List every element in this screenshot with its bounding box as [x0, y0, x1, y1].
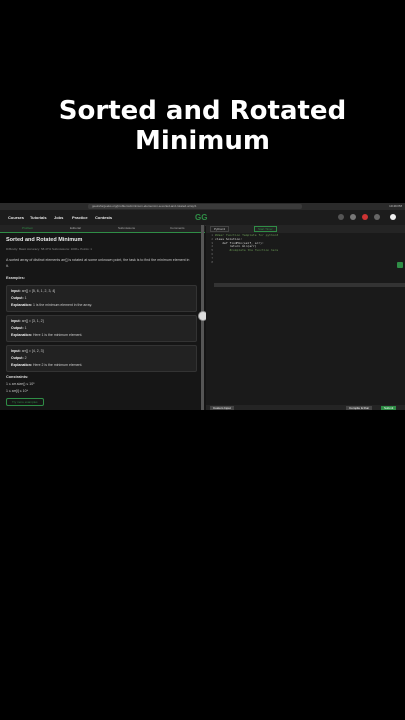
explanation-label: Explanation:	[11, 303, 33, 307]
tab-problem[interactable]: Problem	[22, 226, 33, 230]
chat-icon[interactable]	[397, 262, 403, 268]
tab-editorial[interactable]: Editorial	[70, 226, 81, 230]
editor-footer: Custom Input Compile & Run Submit	[206, 405, 405, 410]
example-box: Input: arr[] = [3, 1, 2] Output: 1 Expla…	[6, 315, 197, 342]
problem-panel: Sorted and Rotated Minimum Difficulty: B…	[0, 233, 200, 410]
clock: 10:49 PM	[389, 204, 402, 208]
problem-tabs: Problem Editorial Submissions Comments	[0, 225, 205, 233]
input-label: Input:	[11, 319, 21, 323]
active-line-highlight	[214, 283, 405, 287]
nav-practice[interactable]: Practice	[72, 215, 88, 220]
example-box: Input: arr[] = [5, 6, 1, 2, 3, 4] Output…	[6, 285, 197, 312]
custom-input-button[interactable]: Custom Input	[210, 406, 234, 410]
problem-description: A sorted array of distinct elements arr[…	[6, 258, 190, 268]
search-icon[interactable]	[338, 214, 344, 220]
example-explanation: 1 is the minimum element in the array.	[33, 303, 93, 307]
submit-button[interactable]: Submit	[381, 406, 397, 410]
constraint-line: 1 ≤ arr.size() ≤ 10⁵	[6, 382, 35, 386]
compile-run-button[interactable]: Compile & Run	[346, 406, 373, 410]
example-output: 1	[24, 296, 27, 300]
tab-comments[interactable]: Comments	[170, 226, 185, 230]
line-number: 8	[211, 259, 213, 264]
output-label: Output:	[11, 326, 24, 330]
constraints-heading: Constraints:	[6, 375, 29, 379]
bookmark-icon[interactable]	[374, 214, 380, 220]
notification-icon[interactable]	[362, 214, 368, 220]
editor-toolbar: Python3 Start Timer	[206, 225, 405, 233]
url-field[interactable]: geeksforgeeks.org/problems/minimum-eleme…	[88, 204, 302, 209]
tab-submissions[interactable]: Submissions	[118, 226, 135, 230]
site-navbar: Courses Tutorials Jobs Practice Contests…	[0, 210, 405, 226]
nav-contests[interactable]: Contests	[95, 215, 112, 220]
code-editor-panel: Python3 Start Timer 1 2 3 4 5 6 7 8 #Use…	[206, 225, 405, 410]
example-input: arr[] = [3, 1, 2]	[21, 319, 44, 323]
nav-tutorials[interactable]: Tutorials	[30, 215, 47, 220]
output-label: Output:	[11, 356, 24, 360]
browser-bar: geeksforgeeks.org/problems/minimum-eleme…	[0, 203, 405, 210]
gfg-logo[interactable]: GG	[195, 213, 207, 222]
input-label: Input:	[11, 289, 21, 293]
avatar[interactable]	[390, 214, 396, 220]
explanation-label: Explanation:	[11, 363, 33, 367]
language-select[interactable]: Python3	[210, 226, 230, 232]
example-input: arr[] = [5, 6, 1, 2, 3, 4]	[21, 289, 56, 293]
code-line: #complete the function here	[215, 248, 279, 253]
example-explanation: Here 1 is the minimum element.	[33, 333, 83, 337]
code-area[interactable]: #User function Template for python3 clas…	[215, 233, 279, 253]
nav-courses[interactable]: Courses	[8, 215, 24, 220]
explanation-label: Explanation:	[11, 333, 33, 337]
example-input: arr[] = [4, 2, 3]	[21, 349, 44, 353]
screenshot-panel: geeksforgeeks.org/problems/minimum-eleme…	[0, 203, 405, 410]
nav-jobs[interactable]: Jobs	[54, 215, 63, 220]
output-label: Output:	[11, 296, 24, 300]
line-gutter: 1 2 3 4 5 6 7 8	[206, 233, 213, 264]
example-output: 1	[24, 326, 27, 330]
constraint-line: 1 ≤ arr[i] ≤ 10⁹	[6, 389, 29, 393]
video-title: Sorted and Rotated Minimum	[58, 96, 347, 156]
problem-title: Sorted and Rotated Minimum	[6, 237, 83, 243]
try-more-button[interactable]: Try more examples	[6, 398, 44, 406]
examples-heading: Examples:	[6, 276, 25, 280]
example-explanation: Here 2 is the minimum element.	[33, 363, 83, 367]
problem-meta: Difficulty: Basic Accuracy: 58.47% Submi…	[6, 247, 92, 251]
example-output: 2	[24, 356, 27, 360]
example-box: Input: arr[] = [4, 2, 3] Output: 2 Expla…	[6, 345, 197, 372]
start-timer-button[interactable]: Start Timer	[254, 226, 277, 232]
input-label: Input:	[11, 349, 21, 353]
theme-icon[interactable]	[350, 214, 356, 220]
